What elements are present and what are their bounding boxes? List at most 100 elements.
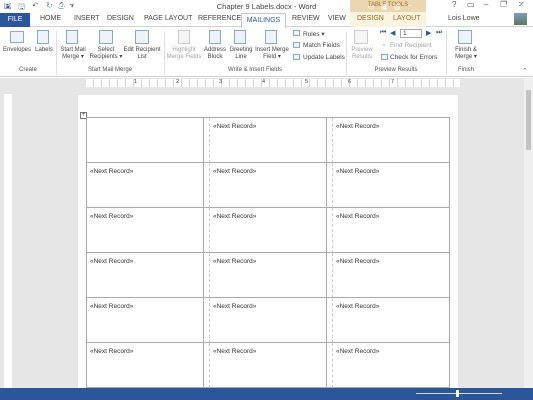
word-count[interactable]: 58 WORDS	[46, 3, 83, 10]
select-recipients-icon	[99, 30, 113, 44]
group-separator	[446, 31, 447, 75]
merge-field: «Next Record»	[213, 168, 257, 175]
ruler-number: 2	[176, 79, 180, 85]
group-separator	[164, 31, 165, 75]
tab-page-layout[interactable]: PAGE LAYOUT	[144, 15, 192, 22]
read-mode-icon[interactable]: ▭	[368, 3, 375, 11]
insert-merge-field-icon	[265, 30, 277, 44]
scrollbar-thumb[interactable]	[526, 90, 531, 150]
tab-insert[interactable]: INSERT	[74, 15, 100, 22]
ruler-ticks	[86, 79, 460, 87]
zoom-slider-track[interactable]	[416, 393, 502, 394]
highlight-merge-fields-button[interactable]: Highlight Merge Fields	[166, 47, 202, 61]
merge-field: «Next Record»	[213, 303, 257, 310]
ribbon-display-icon[interactable]: ▭	[467, 0, 475, 9]
avatar[interactable]	[514, 13, 527, 25]
match-fields-button[interactable]: Match Fields	[303, 42, 340, 49]
tab-review[interactable]: REVIEW	[292, 15, 320, 22]
merge-field: «Next Record»	[90, 213, 134, 220]
address-block-icon	[209, 30, 221, 44]
address-block-button[interactable]: Address Block	[202, 47, 228, 61]
print-layout-icon[interactable]: ▣	[381, 3, 388, 11]
merge-field: «Next Record»	[336, 258, 380, 265]
tab-mailings[interactable]: MAILINGS	[241, 13, 286, 28]
tab-table-design[interactable]: DESIGN	[357, 15, 384, 22]
web-layout-icon[interactable]: ▥	[394, 3, 401, 11]
rules-button[interactable]: Rules ▾	[303, 30, 325, 38]
ruler-number: 4	[262, 79, 266, 85]
labels-button[interactable]: Labels	[33, 47, 55, 54]
zoom-out-icon[interactable]: −	[408, 3, 412, 10]
find-recipient-icon: ⌕	[382, 42, 386, 49]
zoom-slider-thumb[interactable]	[456, 390, 459, 397]
merge-field: «Next Record»	[213, 213, 257, 220]
finish-merge-icon	[458, 30, 472, 44]
user-name[interactable]: Lois Lowe	[448, 15, 480, 22]
proofing-icon[interactable]: ▤	[80, 3, 87, 11]
preview-results-group-label: Preview Results	[374, 67, 418, 73]
vertical-ruler[interactable]	[4, 94, 12, 388]
start-mail-merge-group-label: Start Mail Merge	[87, 67, 132, 73]
tab-references[interactable]: REFERENCES	[198, 15, 246, 22]
merge-field: «Next Record»	[90, 303, 134, 310]
merge-field: «Next Record»	[213, 123, 257, 130]
merge-field: «Next Record»	[90, 348, 134, 355]
tab-table-layout[interactable]: LAYOUT	[393, 15, 421, 22]
greeting-line-icon	[234, 30, 246, 44]
insert-merge-field-button[interactable]: Insert Merge Field ▾	[254, 47, 290, 61]
table-tools-label: TABLE TOOLS	[367, 2, 409, 8]
find-recipient-button[interactable]: Find Recipient	[390, 42, 432, 49]
language-status[interactable]: ENGLISH (UNITED STATES)	[92, 3, 184, 10]
check-errors-icon	[381, 54, 388, 60]
page-count[interactable]: PAGE 1 OF 1	[5, 3, 47, 10]
previous-record-icon[interactable]: ◀	[390, 29, 395, 37]
preview-results-button[interactable]: Preview Results	[348, 47, 376, 61]
envelope-icon	[10, 31, 24, 43]
last-record-icon[interactable]: ⏭	[436, 29, 442, 37]
first-record-icon[interactable]: ⏮	[380, 29, 386, 37]
group-separator	[346, 31, 347, 75]
record-number-field[interactable]: 1	[400, 29, 422, 38]
next-record-icon[interactable]: ▶	[426, 29, 431, 37]
ruler-number: 3	[219, 79, 223, 85]
update-labels-button[interactable]: Update Labels	[303, 54, 345, 61]
tab-home[interactable]: HOME	[40, 15, 61, 22]
select-recipients-button[interactable]: Select Recipients ▾	[89, 47, 123, 61]
group-separator	[56, 31, 57, 75]
tab-design[interactable]: DESIGN	[107, 15, 134, 22]
start-mail-merge-button[interactable]: Start Mail Merge ▾	[58, 47, 88, 61]
ruler-number: 5	[305, 79, 309, 85]
merge-field: «Next Record»	[213, 348, 257, 355]
preview-results-icon	[354, 30, 368, 44]
merge-field: «Next Record»	[90, 258, 134, 265]
rules-icon	[293, 30, 300, 36]
match-fields-icon	[293, 42, 300, 48]
minimize-icon[interactable]: –	[484, 0, 488, 9]
update-labels-icon	[293, 54, 300, 60]
ruler-number: 1	[134, 79, 138, 85]
write-insert-group-label: Write & Insert Fields	[228, 67, 282, 73]
merge-field: «Next Record»	[336, 348, 380, 355]
edit-list-icon	[135, 30, 149, 44]
tab-file[interactable]: FILE	[0, 13, 30, 27]
merge-field: «Next Record»	[336, 303, 380, 310]
merge-field: «Next Record»	[336, 213, 380, 220]
merge-field: «Next Record»	[213, 258, 257, 265]
finish-merge-button[interactable]: Finish & Merge ▾	[450, 47, 482, 61]
zoom-level[interactable]: 90%	[514, 3, 528, 10]
ruler-number: 7	[391, 79, 395, 85]
merge-field: «Next Record»	[336, 123, 380, 130]
merge-field: «Next Record»	[90, 168, 134, 175]
collapse-ribbon-icon[interactable]: ⌃	[522, 67, 528, 75]
zoom-in-icon[interactable]: +	[504, 3, 508, 10]
envelopes-button[interactable]: Envelopes	[2, 47, 32, 54]
tab-view[interactable]: VIEW	[328, 15, 346, 22]
help-icon[interactable]: ?	[452, 0, 456, 9]
label-cell[interactable]	[87, 118, 204, 163]
finish-group-label: Finish	[457, 67, 474, 73]
start-mail-merge-icon	[66, 30, 78, 44]
check-for-errors-button[interactable]: Check for Errors	[390, 54, 437, 61]
greeting-line-button[interactable]: Greeting Line	[228, 47, 254, 61]
ruler-number: 6	[348, 79, 352, 85]
edit-recipient-list-button[interactable]: Edit Recipient List	[123, 47, 161, 61]
